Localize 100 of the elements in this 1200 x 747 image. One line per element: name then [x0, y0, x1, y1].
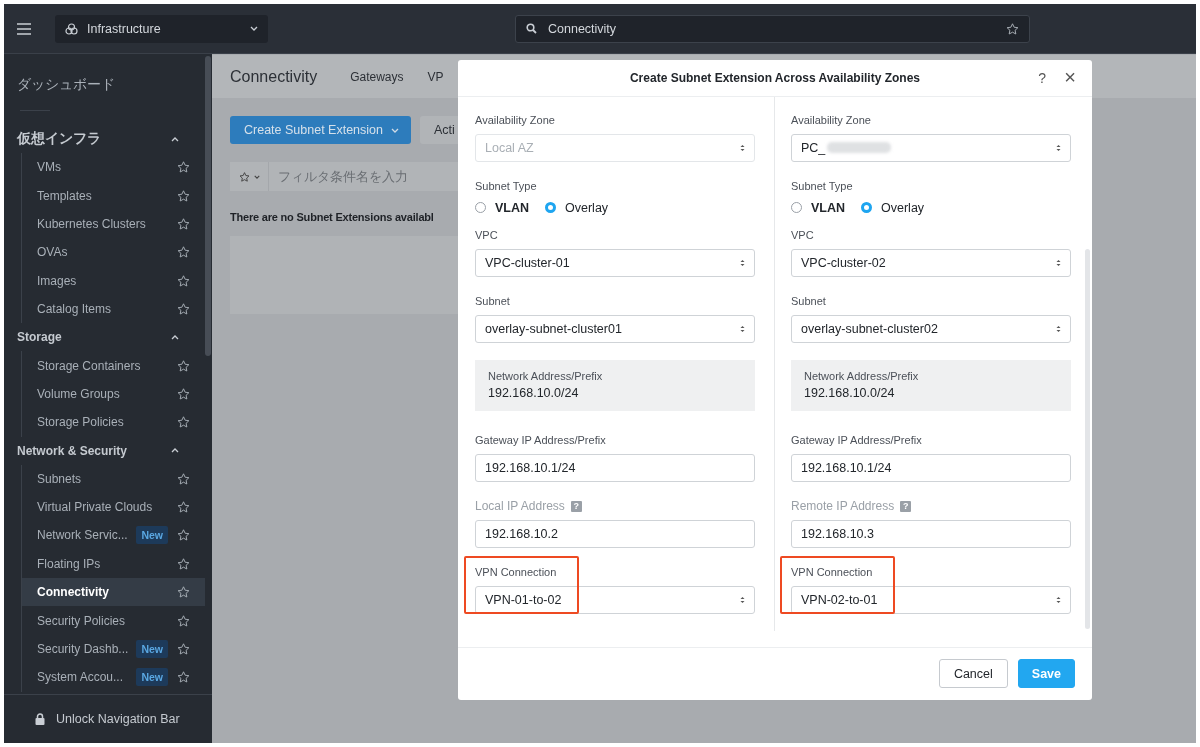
field-label: Remote IP Address: [791, 499, 895, 514]
select-field[interactable]: VPN-02-to-01: [791, 585, 1071, 614]
cluster-icon: [65, 22, 78, 35]
page-tab[interactable]: VP: [427, 69, 444, 84]
sidebar-item[interactable]: Connectivity: [22, 578, 205, 607]
updown-icon: [1056, 324, 1061, 333]
star-icon[interactable]: [177, 387, 190, 400]
sidebar-item[interactable]: Network Servic... New: [22, 521, 205, 550]
empty-message: There are no Subnet Extensions availabl: [230, 211, 435, 223]
field-label: Subnet Type: [791, 180, 853, 193]
sidebar-item[interactable]: Templates: [22, 181, 205, 210]
radio-option[interactable]: Overlay: [545, 200, 609, 215]
select-field[interactable]: VPC-cluster-02: [791, 248, 1071, 277]
select-field[interactable]: PC_: [791, 133, 1071, 162]
field-label: Availability Zone: [475, 114, 555, 127]
field-label: VPC: [475, 229, 498, 242]
input-field[interactable]: 192.168.10.1/24: [791, 453, 1071, 482]
select-field[interactable]: overlay-subnet-cluster02: [791, 314, 1071, 343]
chevron-down-icon: [250, 26, 258, 31]
search-field[interactable]: Connectivity: [515, 14, 1030, 43]
star-icon[interactable]: [177, 303, 190, 316]
sidebar-item[interactable]: Virtual Private Clouds: [22, 492, 205, 522]
sidebar-item[interactable]: Subnets: [22, 464, 205, 493]
cancel-button[interactable]: Cancel: [938, 659, 1008, 689]
sidebar-item[interactable]: OVAs: [22, 238, 205, 267]
close-button[interactable]: ×: [1064, 66, 1076, 90]
star-icon[interactable]: [177, 557, 190, 570]
star-icon[interactable]: [177, 359, 190, 372]
sidebar-link[interactable]: ダッシュボード: [17, 76, 212, 96]
sidebar-item[interactable]: Floating IPs: [22, 549, 205, 579]
chevron-icon: [171, 334, 179, 340]
input-field[interactable]: 192.168.10.3: [791, 519, 1071, 548]
lock-icon: [35, 713, 45, 725]
sidebar-item[interactable]: System Accou... New: [22, 663, 205, 692]
sidebar-item[interactable]: Security Dashb... New: [22, 634, 205, 664]
star-icon[interactable]: [177, 586, 190, 599]
updown-icon: [740, 258, 745, 267]
section-header[interactable]: Network & Security: [17, 436, 179, 465]
sidebar-item[interactable]: Catalog Items: [22, 294, 205, 324]
star-icon[interactable]: [177, 189, 190, 202]
star-icon[interactable]: [177, 217, 190, 230]
actions-button[interactable]: Acti: [420, 116, 458, 144]
star-icon[interactable]: [177, 161, 190, 174]
radio-option[interactable]: VLAN: [475, 200, 530, 215]
field-value: 192.168.10.0/24: [488, 386, 580, 401]
field-value: 192.168.10.0/24: [804, 386, 896, 401]
input-field[interactable]: 192.168.10.1/24: [475, 453, 755, 482]
updown-icon: [1056, 258, 1061, 267]
updown-icon: [740, 324, 745, 333]
star-icon[interactable]: [177, 671, 190, 684]
star-icon[interactable]: [177, 274, 190, 287]
select-field[interactable]: overlay-subnet-cluster01: [475, 314, 755, 343]
scrollbar-thumb[interactable]: [205, 56, 211, 356]
field-label: Subnet: [791, 295, 826, 308]
field-label: Gateway IP Address/Prefix: [475, 434, 606, 447]
updown-icon: [740, 595, 745, 604]
field-label: VPN Connection: [475, 566, 557, 579]
sidebar-item[interactable]: VMs: [22, 153, 205, 182]
radio-option[interactable]: VLAN: [791, 200, 846, 215]
sidebar-item[interactable]: Storage Containers: [22, 351, 205, 380]
help-button[interactable]: ?: [1038, 69, 1046, 86]
section-header[interactable]: 仮想インフラ: [17, 125, 179, 153]
page-tab[interactable]: Gateways: [350, 69, 404, 84]
sidebar-item[interactable]: Volume Groups: [22, 379, 205, 409]
radio-button[interactable]: [545, 202, 557, 214]
sidebar-item[interactable]: Storage Policies: [22, 408, 205, 437]
star-icon[interactable]: [177, 246, 190, 259]
section-header[interactable]: Storage: [17, 323, 179, 352]
field-label: Subnet Type: [475, 180, 537, 193]
search-icon: [526, 23, 537, 34]
field-label: Local IP Address: [475, 499, 565, 514]
radio-option[interactable]: Overlay: [861, 200, 925, 215]
radio-button[interactable]: [861, 202, 873, 214]
field-label: VPC: [791, 229, 814, 242]
app-switcher[interactable]: Infrastructure: [55, 14, 268, 43]
select-field[interactable]: VPN-01-to-02: [475, 585, 755, 614]
star-icon[interactable]: [177, 501, 190, 514]
select-field[interactable]: VPC-cluster-01: [475, 248, 755, 277]
sidebar-item[interactable]: Kubernetes Clusters: [22, 209, 205, 239]
star-icon: [238, 171, 250, 182]
dialog-title: Create Subnet Extension Across Availability Zones: [629, 70, 921, 85]
star-icon[interactable]: [177, 416, 190, 429]
favorites-dropdown[interactable]: [230, 162, 269, 191]
star-icon[interactable]: [177, 529, 190, 542]
input-field[interactable]: 192.168.10.2: [475, 519, 755, 548]
page-title: Connectivity: [230, 67, 318, 86]
sidebar-item[interactable]: Security Policies: [22, 606, 205, 635]
scrollbar-thumb[interactable]: [1085, 248, 1090, 629]
updown-icon: [1056, 595, 1061, 604]
star-icon[interactable]: [1006, 22, 1019, 35]
star-icon[interactable]: [177, 643, 190, 656]
field-label: Availability Zone: [791, 114, 871, 127]
new-badge: New: [136, 640, 168, 659]
star-icon[interactable]: [177, 614, 190, 627]
menu-icon[interactable]: [17, 22, 31, 35]
star-icon[interactable]: [177, 472, 190, 485]
field-label: Network Address/Prefix: [804, 370, 920, 383]
new-badge: New: [136, 526, 168, 545]
filter-field[interactable]: フィルタ条件名を入力: [269, 162, 458, 191]
sidebar-item[interactable]: Images: [22, 266, 205, 295]
